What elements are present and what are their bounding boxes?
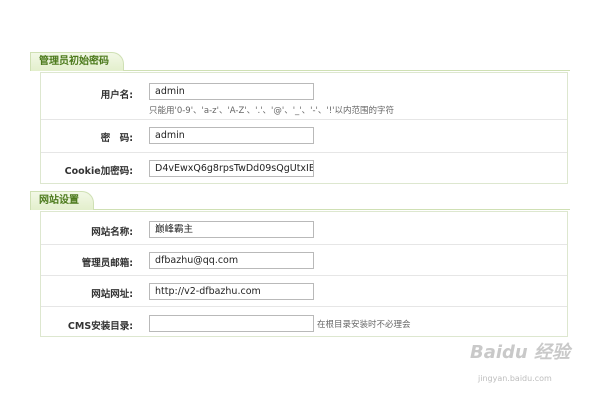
password-row: 密 码: admin xyxy=(41,120,567,153)
admin-password-form: 用户名: admin 只能用'0-9'、'a-z'、'A-Z'、'.'、'@'、… xyxy=(40,72,568,184)
password-label: 密 码: xyxy=(100,133,133,144)
cms-dir-hint: 在根目录安装时不必理会 xyxy=(317,320,411,330)
admin-section-header: 管理员初始密码 xyxy=(30,52,570,71)
username-input[interactable]: admin xyxy=(149,83,314,100)
username-label: 用户名: xyxy=(100,90,133,101)
cms-dir-label: CMS安装目录: xyxy=(67,321,133,332)
cms-dir-input[interactable] xyxy=(149,315,314,332)
baidu-watermark-logo: Baidu 经验 xyxy=(470,342,571,363)
site-section-header: 网站设置 xyxy=(30,191,570,210)
site-url-row: 网站网址: http://v2-dfbazhu.com xyxy=(41,276,567,307)
admin-email-row: 管理员邮箱: dfbazhu@qq.com xyxy=(41,245,567,276)
admin-email-label: 管理员邮箱: xyxy=(81,258,133,269)
baidu-watermark-url: jingyan.baidu.com xyxy=(478,374,552,383)
site-name-label: 网站名称: xyxy=(91,227,133,238)
site-section-title: 网站设置 xyxy=(30,191,94,210)
username-row: 用户名: admin 只能用'0-9'、'a-z'、'A-Z'、'.'、'@'、… xyxy=(41,73,567,120)
cms-dir-row: CMS安装目录: 在根目录安装时不必理会 xyxy=(41,307,567,338)
cookie-label: Cookie加密码: xyxy=(64,166,133,177)
site-url-input[interactable]: http://v2-dfbazhu.com xyxy=(149,283,314,300)
admin-section-title: 管理员初始密码 xyxy=(30,52,124,71)
cookie-input[interactable]: D4vEwxQ6g8rpsTwDd09sQgUtxIBwA xyxy=(149,160,314,177)
site-name-input[interactable]: 巅峰霸主 xyxy=(149,221,314,238)
site-name-row: 网站名称: 巅峰霸主 xyxy=(41,212,567,245)
site-url-label: 网站网址: xyxy=(91,289,133,300)
admin-email-input[interactable]: dfbazhu@qq.com xyxy=(149,252,314,269)
site-settings-form: 网站名称: 巅峰霸主 管理员邮箱: dfbazhu@qq.com 网站网址: h… xyxy=(40,211,568,337)
cookie-row: Cookie加密码: D4vEwxQ6g8rpsTwDd09sQgUtxIBwA xyxy=(41,153,567,185)
username-hint: 只能用'0-9'、'a-z'、'A-Z'、'.'、'@'、'_'、'-'、'!'… xyxy=(149,106,394,116)
password-input[interactable]: admin xyxy=(149,127,314,144)
